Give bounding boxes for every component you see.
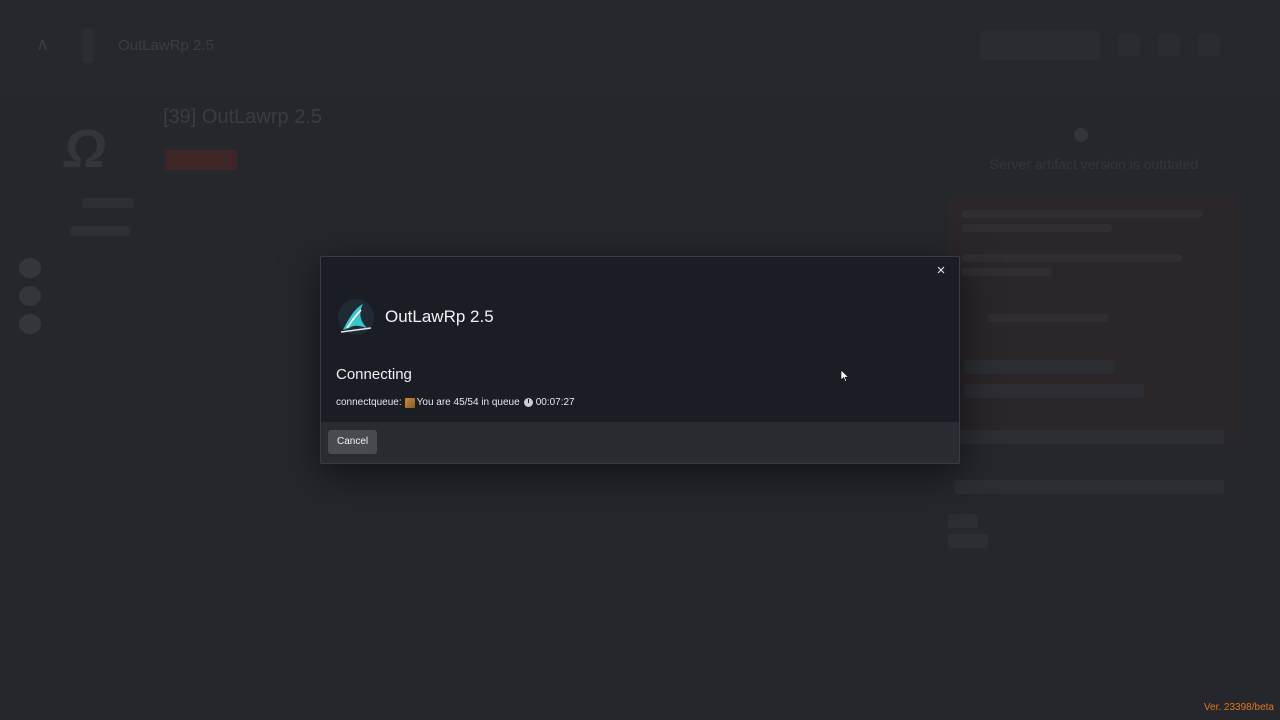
search-icon (1158, 34, 1180, 56)
notice-line (962, 268, 1052, 276)
menu-icon (1198, 34, 1220, 56)
queue-status: connectqueue: You are 45/54 in queue 00:… (336, 397, 575, 408)
server-badge (165, 150, 237, 170)
resource-row (954, 430, 1224, 444)
connecting-dialog: × OutLawRp 2.5 Connecting connectqueue: … (320, 256, 960, 464)
queue-position: You are 45/54 in queue (416, 397, 520, 408)
notice-line (988, 314, 1108, 322)
server-title: [39] OutLawrp 2.5 (163, 106, 322, 128)
mouse-cursor-icon (840, 369, 850, 383)
dialog-title: OutLawRp 2.5 (385, 307, 494, 326)
resource-row (954, 480, 1224, 494)
settings-icon (1118, 34, 1140, 56)
cancel-button[interactable]: Cancel (328, 430, 378, 454)
notice-line (962, 210, 1202, 218)
avatar (19, 314, 41, 334)
top-bar: ∧ OutLawRp 2.5 (0, 0, 1280, 90)
top-bar-controls (980, 30, 1220, 60)
resource-row (948, 534, 988, 548)
top-bar-separator (82, 28, 94, 62)
server-logo-icon (338, 299, 374, 335)
dialog-header: OutLawRp 2.5 (337, 297, 494, 337)
account-pill (980, 30, 1100, 60)
clock-icon (523, 398, 533, 407)
avatar (19, 258, 41, 278)
top-bar-title: OutLawRp 2.5 (118, 37, 214, 54)
notice-line (962, 224, 1112, 232)
server-logo-icon: Ω (64, 119, 107, 179)
friends-sidebar (19, 258, 41, 334)
notice-box (948, 196, 1240, 436)
notice-title: Server artifact version is outdated (989, 156, 1199, 172)
tag-row (964, 360, 1114, 374)
tag-row (964, 384, 1144, 398)
queue-timer: 00:07:27 (535, 397, 575, 408)
notice-line (962, 254, 1182, 262)
version-label: Ver. 23398/beta (1203, 702, 1274, 713)
avatar (19, 286, 41, 306)
app-logo-icon: ∧ (36, 34, 50, 54)
warning-icon (1074, 128, 1088, 142)
server-meta (82, 198, 134, 208)
server-meta (70, 226, 130, 236)
connection-status: Connecting (336, 366, 412, 383)
resource-row (948, 514, 978, 528)
server-notice-panel: Server artifact version is outdated (944, 108, 1244, 548)
dialog-footer: Cancel (321, 422, 959, 463)
queue-emoji-icon (404, 397, 415, 408)
close-icon[interactable]: × (933, 263, 949, 279)
queue-prefix: connectqueue: (336, 397, 402, 408)
